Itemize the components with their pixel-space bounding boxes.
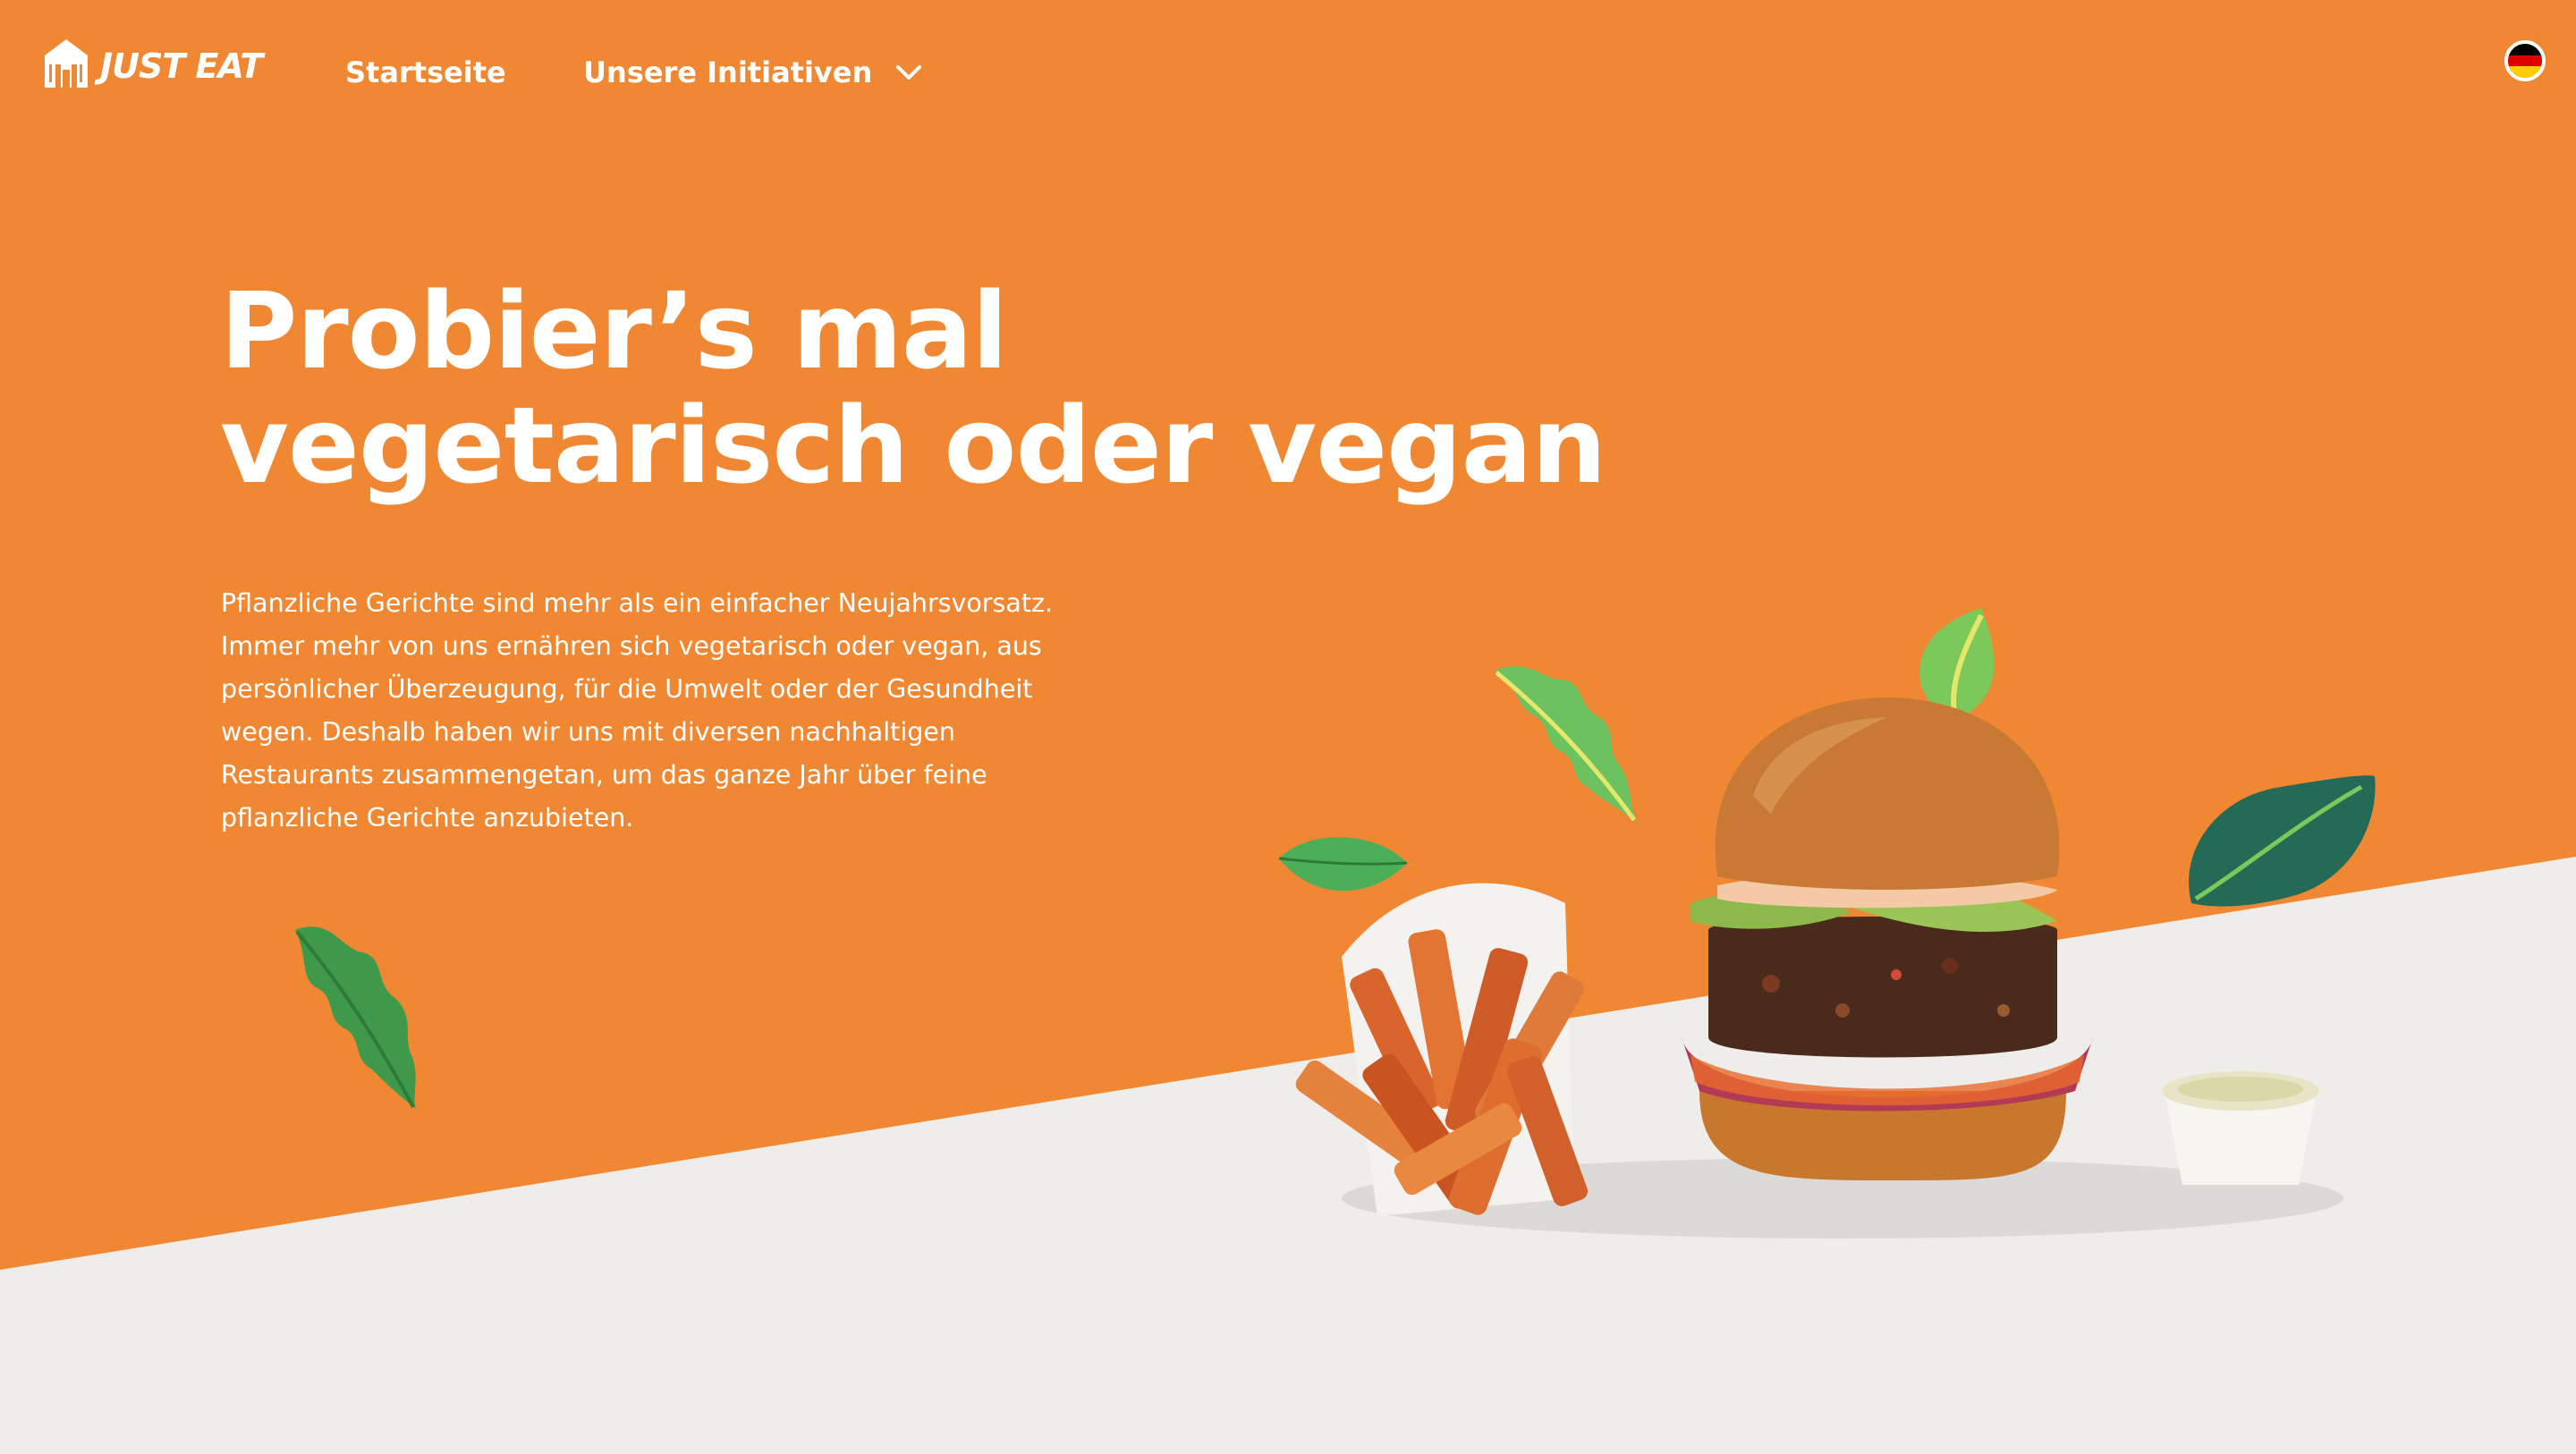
title-line-1: Probier’s mal [220,269,1008,393]
just-eat-logo[interactable]: JUST EAT [41,38,263,94]
veggie-burger-fries-illustration [1295,697,2343,1238]
nav-initiatives-dropdown[interactable]: Unsere Initiativen [583,55,922,89]
intro-paragraph: Pflanzliche Gerichte sind mehr als ein e… [221,588,1054,833]
page-title: Probier’s mal vegetarisch oder vegan [220,274,1741,503]
chevron-down-icon [895,63,922,81]
house-cutlery-icon [41,38,91,94]
dip-cup [2162,1071,2319,1185]
arugula-leaf-left-icon [295,926,416,1109]
germany-flag-icon[interactable] [2504,40,2546,81]
title-line-2: vegetarisch oder vegan [220,384,1606,507]
nav-startseite-link[interactable]: Startseite [345,55,506,89]
nav-initiatives-label: Unsere Initiativen [583,55,873,89]
brand-name: JUST EAT [100,46,263,86]
veggie-burger [1682,697,2093,1180]
